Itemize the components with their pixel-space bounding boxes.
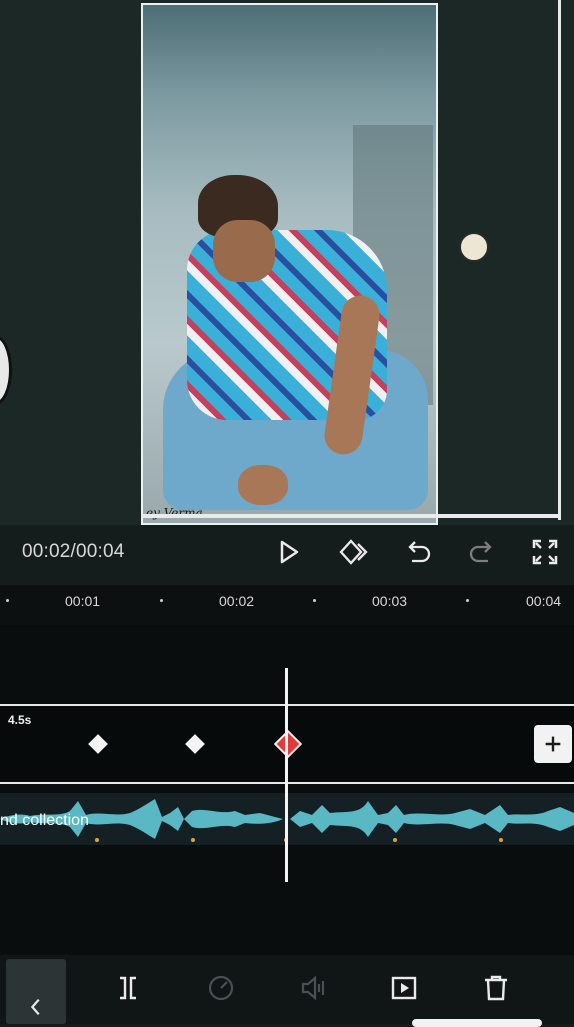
ruler-dot xyxy=(160,599,163,602)
ruler-tick-4: 00:04 xyxy=(526,593,562,609)
fullscreen-icon xyxy=(532,539,558,565)
fullscreen-button[interactable] xyxy=(527,534,563,570)
ruler-tick-2: 00:02 xyxy=(219,593,255,609)
back-button[interactable] xyxy=(6,959,66,1024)
speed-icon xyxy=(208,975,234,1001)
canvas-drag-handle[interactable] xyxy=(459,232,489,262)
ruler-dot xyxy=(6,599,9,602)
animation-button[interactable] xyxy=(382,966,426,1010)
volume-icon xyxy=(301,975,325,1001)
ruler-dot xyxy=(313,599,316,602)
clip-duration: 4.5s xyxy=(8,713,32,727)
beat-marker xyxy=(95,838,99,842)
keyframe-button[interactable] xyxy=(335,534,371,570)
undo-button[interactable] xyxy=(400,534,436,570)
trash-icon xyxy=(485,975,507,1001)
beat-marker xyxy=(191,838,195,842)
animation-icon xyxy=(391,976,417,1000)
plus-icon xyxy=(545,736,561,752)
beat-marker xyxy=(499,838,503,842)
redo-icon xyxy=(469,541,492,563)
redo-button[interactable] xyxy=(464,534,500,570)
ruler-tick-1: 00:01 xyxy=(65,593,101,609)
play-button[interactable] xyxy=(270,534,306,570)
volume-button xyxy=(292,966,336,1010)
canvas-border-right xyxy=(558,0,561,520)
ruler-dot xyxy=(466,599,469,602)
playhead[interactable] xyxy=(285,668,288,882)
beat-marker xyxy=(393,838,397,842)
keyframe-icon xyxy=(339,539,368,565)
audio-track-label: nd collection xyxy=(0,812,89,829)
add-clip-button[interactable] xyxy=(534,725,572,763)
ruler-tick-3: 00:03 xyxy=(372,593,408,609)
split-button[interactable] xyxy=(106,966,150,1010)
chevron-left-icon xyxy=(30,998,40,1016)
video-frame-image[interactable]: ey Verma xyxy=(141,3,438,525)
home-indicator[interactable] xyxy=(412,1019,542,1027)
delete-button[interactable] xyxy=(474,966,518,1010)
time-display: 00:02/00:04 xyxy=(22,541,125,562)
split-icon xyxy=(120,976,136,1000)
undo-icon xyxy=(408,541,431,563)
play-icon xyxy=(280,540,299,564)
speed-button xyxy=(199,966,243,1010)
canvas-border-bottom xyxy=(141,514,561,518)
